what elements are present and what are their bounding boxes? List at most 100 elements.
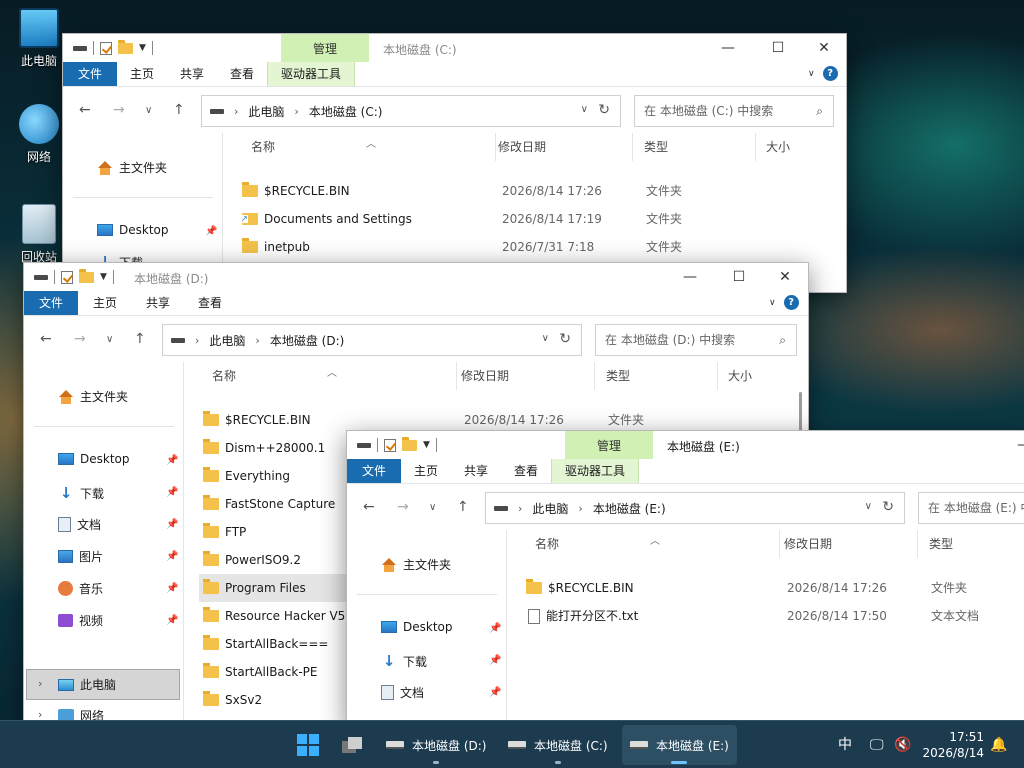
- chevron-right-icon[interactable]: ›: [255, 334, 259, 347]
- pin-icon[interactable]: 📌: [205, 226, 217, 237]
- pin-icon[interactable]: 📌: [489, 687, 501, 698]
- file-row[interactable]: $RECYCLE.BIN 2026/8/14 17:26 文件夹: [520, 574, 1024, 602]
- pin-icon[interactable]: 📌: [166, 455, 178, 466]
- refresh-icon[interactable]: ↻: [882, 499, 894, 515]
- tab-home[interactable]: 主页: [401, 459, 451, 483]
- column-header-date[interactable]: 修改日期: [451, 362, 595, 390]
- scrollbar[interactable]: [799, 392, 802, 432]
- pin-icon[interactable]: 📌: [166, 487, 178, 498]
- nav-item-desktop[interactable]: Desktop: [97, 223, 169, 237]
- nav-item-desktop[interactable]: Desktop: [381, 620, 453, 634]
- new-folder-icon[interactable]: [79, 268, 94, 283]
- maximize-button[interactable]: ☐: [716, 265, 762, 289]
- address-bar[interactable]: › 此电脑 › 本地磁盘 (C:) ∨ ↻: [201, 95, 621, 127]
- chevron-right-icon[interactable]: ›: [195, 334, 199, 347]
- chevron-down-icon[interactable]: ▼: [100, 272, 107, 282]
- recent-locations-icon[interactable]: ∨: [106, 334, 113, 345]
- tab-share[interactable]: 共享: [451, 459, 501, 483]
- clock[interactable]: 17:51 2026/8/14: [922, 729, 984, 761]
- tab-file[interactable]: 文件: [24, 291, 79, 315]
- taskbar-app-drive-c[interactable]: 本地磁盘 (C:): [500, 725, 616, 765]
- column-header-type[interactable]: 类型: [634, 133, 756, 161]
- new-folder-icon[interactable]: [402, 436, 417, 451]
- explorer-window-c[interactable]: ▼ 管理 本地磁盘 (C:) — ☐ ✕ 文件 主页 共享 查看 驱动器工具 ∨…: [62, 33, 847, 293]
- properties-icon[interactable]: [100, 41, 112, 55]
- title-bar[interactable]: ▼ 管理 本地磁盘 (E:) —: [347, 431, 1024, 459]
- breadcrumb-drive[interactable]: 本地磁盘 (C:): [309, 103, 383, 120]
- file-row[interactable]: $RECYCLE.BIN 2026/8/14 17:26 文件夹: [236, 177, 836, 205]
- file-row[interactable]: Documents and Settings 2026/8/14 17:19 文…: [236, 205, 836, 233]
- nav-item-videos[interactable]: 视频: [58, 612, 103, 629]
- column-header-date[interactable]: 修改日期: [488, 133, 633, 161]
- nav-item-documents[interactable]: 文档: [58, 516, 101, 533]
- breadcrumb-this-pc[interactable]: 此电脑: [532, 500, 568, 517]
- chevron-right-icon[interactable]: ›: [294, 105, 298, 118]
- chevron-right-icon[interactable]: ›: [518, 502, 522, 515]
- desktop-icon-recycle-bin[interactable]: 回收站: [9, 204, 69, 265]
- column-header-type[interactable]: 类型: [919, 530, 1024, 558]
- tab-manage[interactable]: 管理: [281, 34, 369, 62]
- search-box[interactable]: 在 本地磁盘 (E:) 中: [918, 492, 1024, 524]
- minimize-button[interactable]: —: [705, 36, 751, 60]
- close-button[interactable]: ✕: [801, 36, 846, 60]
- taskbar-app-drive-e[interactable]: 本地磁盘 (E:): [622, 725, 737, 765]
- tab-view[interactable]: 查看: [217, 62, 267, 86]
- properties-icon[interactable]: [384, 438, 396, 452]
- breadcrumb-this-pc[interactable]: 此电脑: [209, 332, 245, 349]
- input-method-indicator[interactable]: 中: [838, 721, 852, 768]
- chevron-down-icon[interactable]: ▼: [423, 440, 430, 450]
- column-header-size[interactable]: 大小: [718, 362, 798, 390]
- nav-item-home[interactable]: 主文件夹: [97, 159, 167, 176]
- nav-item-downloads[interactable]: ↓ 下载: [58, 484, 104, 502]
- up-arrow-icon[interactable]: ↑: [457, 499, 469, 515]
- tab-view[interactable]: 查看: [184, 291, 236, 315]
- chevron-right-icon[interactable]: ›: [234, 105, 238, 118]
- recent-locations-icon[interactable]: ∨: [145, 105, 152, 116]
- breadcrumb-drive[interactable]: 本地磁盘 (E:): [593, 500, 666, 517]
- nav-item-home[interactable]: 主文件夹: [58, 388, 128, 405]
- network-status-icon[interactable]: 🖵: [870, 721, 884, 768]
- nav-item-this-pc[interactable]: 此电脑: [58, 676, 116, 693]
- nav-item-music[interactable]: 音乐: [58, 580, 103, 597]
- address-dropdown-icon[interactable]: ∨: [542, 333, 549, 344]
- address-dropdown-icon[interactable]: ∨: [865, 501, 872, 512]
- taskbar-app-drive-d[interactable]: 本地磁盘 (D:): [378, 725, 494, 765]
- expand-ribbon-icon[interactable]: ∨: [769, 298, 776, 308]
- new-folder-icon[interactable]: [118, 39, 133, 54]
- notifications-icon[interactable]: 🔔: [990, 721, 1007, 768]
- close-button[interactable]: —: [1001, 433, 1024, 457]
- back-arrow-icon[interactable]: ←: [363, 499, 375, 515]
- pin-icon[interactable]: 📌: [166, 583, 178, 594]
- volume-mute-icon[interactable]: 🔇: [894, 721, 911, 768]
- tab-view[interactable]: 查看: [501, 459, 551, 483]
- title-bar[interactable]: ▼ 管理 本地磁盘 (C:) — ☐ ✕: [63, 34, 846, 62]
- file-row[interactable]: 能打开分区不.txt 2026/8/14 17:50 文本文档: [520, 602, 1024, 630]
- title-bar[interactable]: ▼ 本地磁盘 (D:) — ☐ ✕: [24, 263, 808, 291]
- properties-icon[interactable]: [61, 270, 73, 284]
- refresh-icon[interactable]: ↻: [559, 331, 571, 347]
- tab-manage[interactable]: 管理: [565, 431, 653, 459]
- back-arrow-icon[interactable]: ←: [79, 102, 91, 118]
- expand-ribbon-icon[interactable]: ∨: [808, 69, 815, 79]
- start-button[interactable]: [288, 725, 328, 765]
- search-box[interactable]: 在 本地磁盘 (D:) 中搜索 ⌕: [595, 324, 797, 356]
- column-header-type[interactable]: 类型: [596, 362, 718, 390]
- search-box[interactable]: 在 本地磁盘 (C:) 中搜索 ⌕: [634, 95, 834, 127]
- address-dropdown-icon[interactable]: ∨: [581, 104, 588, 115]
- pin-icon[interactable]: 📌: [489, 623, 501, 634]
- tab-file[interactable]: 文件: [63, 62, 118, 86]
- close-button[interactable]: ✕: [762, 265, 808, 289]
- forward-arrow-icon[interactable]: →: [74, 331, 86, 347]
- address-bar[interactable]: › 此电脑 › 本地磁盘 (D:) ∨ ↻: [162, 324, 582, 356]
- tab-drive-tools[interactable]: 驱动器工具: [267, 62, 356, 86]
- column-header-size[interactable]: 大小: [756, 133, 846, 161]
- maximize-button[interactable]: ☐: [755, 36, 801, 60]
- file-row[interactable]: inetpub 2026/7/31 7:18 文件夹: [236, 233, 836, 261]
- desktop-icon-network[interactable]: 网络: [9, 104, 69, 165]
- nav-item-downloads[interactable]: ↓ 下载: [381, 652, 427, 670]
- tab-home[interactable]: 主页: [78, 291, 132, 315]
- recent-locations-icon[interactable]: ∨: [429, 502, 436, 513]
- explorer-window-e[interactable]: ▼ 管理 本地磁盘 (E:) — 文件 主页 共享 查看 驱动器工具 ← → ∨…: [346, 430, 1024, 730]
- desktop-icon-this-pc[interactable]: 此电脑: [9, 8, 69, 69]
- pin-icon[interactable]: 📌: [489, 655, 501, 666]
